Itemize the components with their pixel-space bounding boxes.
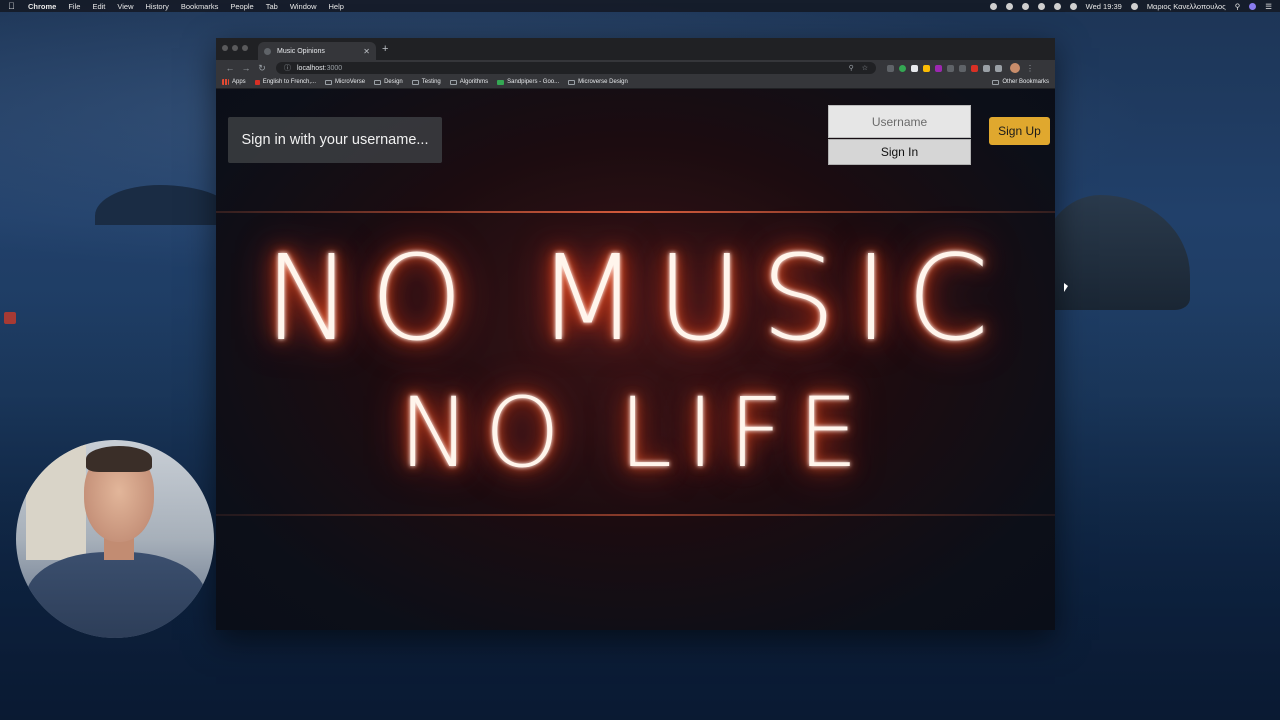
sign-up-button[interactable]: Sign Up [989, 117, 1050, 145]
status-icon[interactable] [1005, 2, 1013, 10]
time-machine-icon[interactable] [1069, 2, 1077, 10]
folder-icon [992, 79, 1000, 85]
bookmark-microverse[interactable]: MicroVerse [325, 79, 365, 85]
browser-toolbar: ← → ↻ ⓘ localhost :3000 ⚲ ☆ ⋮ [216, 60, 1055, 76]
bookmark-sandpipers[interactable]: Sandpipers - Goo... [497, 79, 559, 85]
extensions-area [882, 64, 1002, 72]
reload-icon[interactable]: ↻ [254, 63, 270, 74]
menu-app-name[interactable]: Chrome [28, 2, 56, 11]
macos-menu-bar:  Chrome File Edit View History Bookmark… [0, 0, 1280, 12]
forward-icon[interactable]: → [238, 63, 254, 73]
neon-frame-top [216, 211, 1055, 213]
folder-icon [449, 79, 457, 85]
siri-icon[interactable] [1249, 2, 1257, 10]
mouse-cursor-icon [1064, 283, 1068, 292]
desktop-app-icon[interactable] [4, 312, 16, 324]
site-info-icon[interactable]: ⓘ [284, 63, 291, 73]
menu-window[interactable]: Window [290, 2, 317, 11]
tab-close-icon[interactable]: ✕ [363, 47, 370, 56]
extension-icon[interactable] [959, 64, 966, 72]
bookmark-testing[interactable]: Testing [411, 79, 441, 85]
profile-avatar[interactable] [1010, 63, 1020, 73]
sign-in-button[interactable]: Sign In [828, 139, 971, 165]
extension-icon[interactable] [899, 64, 906, 72]
menu-help[interactable]: Help [329, 2, 344, 11]
back-icon[interactable]: ← [222, 63, 238, 73]
minimize-window-icon[interactable] [232, 45, 238, 51]
bookmark-design[interactable]: Design [374, 79, 403, 85]
browser-window: Music Opinions ✕ + ← → ↻ ⓘ localhost :30… [216, 38, 1055, 630]
menu-tab[interactable]: Tab [266, 2, 278, 11]
menu-list-icon[interactable] [995, 64, 1002, 72]
username-input[interactable] [828, 105, 971, 138]
tab-title: Music Opinions [277, 47, 325, 55]
apps-grid-icon [222, 79, 229, 85]
extension-icon[interactable] [935, 64, 942, 72]
notification-center-icon[interactable]: ☰ [1265, 2, 1272, 11]
webcam-overlay [16, 440, 214, 638]
status-icon[interactable] [989, 2, 997, 10]
menu-clock[interactable]: Wed 19:39 [1086, 2, 1122, 11]
browser-menu-icon[interactable]: ⋮ [1026, 64, 1034, 73]
new-tab-icon[interactable]: + [382, 43, 388, 55]
bookmark-apps[interactable]: Apps [222, 79, 246, 85]
webcam-person-shirt [26, 552, 206, 638]
menu-user-name[interactable]: Μαριος Κανελλοπουλος [1147, 2, 1226, 11]
webcam-background [26, 440, 86, 560]
spotlight-icon[interactable]: ⚲ [1235, 2, 1241, 11]
tab-favicon-icon [264, 47, 271, 55]
bookmark-star-icon[interactable]: ☆ [862, 64, 868, 72]
bookmark-other[interactable]: Other Bookmarks [992, 79, 1049, 85]
folder-icon [568, 79, 576, 85]
translate-icon [254, 79, 260, 85]
signin-prompt: Sign in with your username... [228, 117, 442, 163]
status-icon[interactable] [1021, 2, 1029, 10]
tab-music-opinions[interactable]: Music Opinions ✕ [258, 42, 376, 60]
menu-bookmarks[interactable]: Bookmarks [181, 2, 219, 11]
menu-edit[interactable]: Edit [92, 2, 105, 11]
bookmark-microverse-design[interactable]: Microverse Design [568, 79, 628, 85]
extension-icon[interactable] [983, 64, 990, 72]
address-bar[interactable]: ⓘ localhost :3000 ⚲ ☆ [276, 62, 876, 74]
menu-view[interactable]: View [117, 2, 133, 11]
zoom-window-icon[interactable] [242, 45, 248, 51]
hero-neon-line-1: NO MUSIC [264, 229, 1007, 367]
bookmarks-bar: Apps English to French,... MicroVerse De… [216, 76, 1055, 89]
url-port: :3000 [324, 64, 343, 72]
webcam-person-hair [86, 446, 152, 472]
bookmark-algorithms[interactable]: Algorithms [449, 79, 488, 85]
window-controls [222, 45, 252, 51]
menu-people[interactable]: People [230, 2, 253, 11]
url-host: localhost [297, 64, 325, 72]
menu-history[interactable]: History [146, 2, 169, 11]
folder-icon [374, 79, 382, 85]
extension-icon[interactable] [947, 64, 954, 72]
apple-icon[interactable]:  [8, 1, 16, 11]
wifi-icon[interactable] [1053, 2, 1061, 10]
page-content: NO MUSIC NO LIFE Sign in with your usern… [216, 89, 1055, 630]
zoom-icon[interactable]: ⚲ [849, 64, 854, 72]
extension-icon[interactable] [911, 64, 918, 72]
folder-icon [411, 79, 419, 85]
extension-icon[interactable] [923, 64, 930, 72]
sheets-icon [497, 79, 505, 85]
bookmark-english-to-french[interactable]: English to French,... [254, 79, 316, 85]
menu-file[interactable]: File [68, 2, 80, 11]
status-icon[interactable] [1037, 2, 1045, 10]
menu-status-area: Wed 19:39 Μαριος Κανελλοπουλος ⚲ ☰ [981, 2, 1272, 11]
extension-icon[interactable] [887, 64, 894, 72]
neon-frame-bottom [216, 514, 1055, 516]
extension-icon[interactable] [971, 64, 978, 72]
folder-icon [325, 79, 333, 85]
tab-bar: Music Opinions ✕ + [216, 38, 1055, 60]
input-source-icon[interactable] [1130, 2, 1138, 10]
hero-neon-line-2: NO LIFE [398, 377, 873, 489]
close-window-icon[interactable] [222, 45, 228, 51]
